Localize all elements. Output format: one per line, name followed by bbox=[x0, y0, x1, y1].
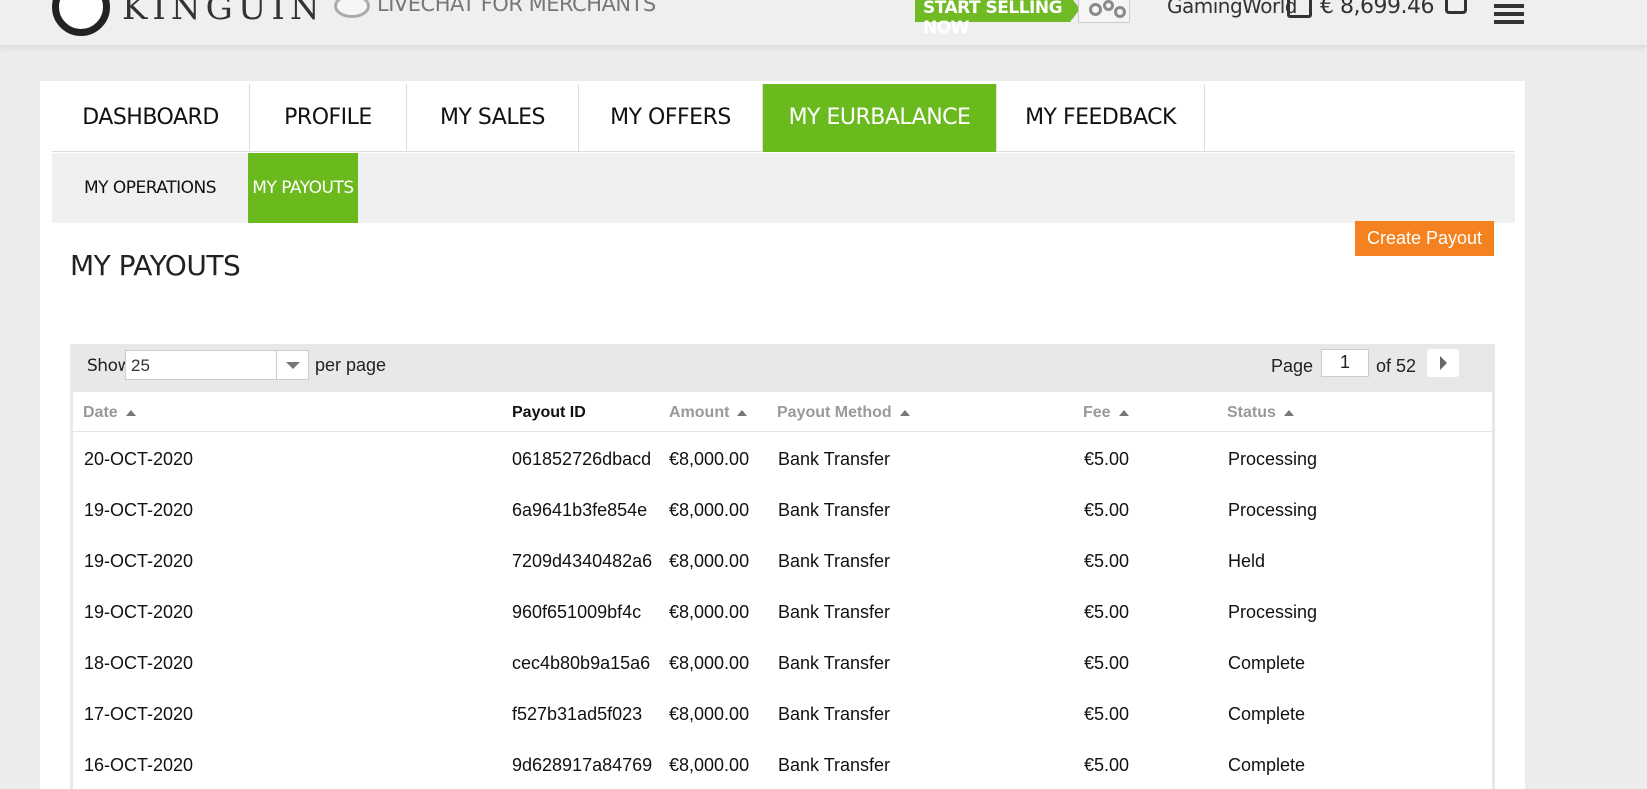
table-row[interactable]: 17-OCT-2020 f527b31ad5f023 €8,000.00 Ban… bbox=[73, 688, 1492, 741]
table-toolbar: Show 25 per page Page 1 of 52 bbox=[73, 344, 1492, 392]
tab-my-eurbalance[interactable]: MY EURBALANCE bbox=[763, 84, 997, 152]
cell-fee: €5.00 bbox=[1084, 653, 1130, 673]
cell-payout-method: Bank Transfer bbox=[778, 602, 891, 622]
column-header-fee[interactable]: Fee bbox=[1083, 404, 1129, 422]
livechat-link[interactable]: LIVECHAT FOR MERCHANTS bbox=[377, 0, 656, 16]
cell-payout-method: Bank Transfer bbox=[778, 704, 891, 724]
column-header-amount[interactable]: Amount bbox=[669, 404, 748, 422]
column-header-status[interactable]: Status bbox=[1227, 404, 1294, 422]
table-row[interactable]: 19-OCT-2020 6a9641b3fe854e €8,000.00 Ban… bbox=[73, 484, 1492, 537]
cell-amount: €8,000.00 bbox=[669, 704, 750, 724]
next-page-button[interactable] bbox=[1427, 349, 1459, 377]
top-bar: KINGUIN LIVECHAT FOR MERCHANTS START SEL… bbox=[0, 0, 1647, 46]
per-page-value: 25 bbox=[131, 356, 150, 375]
table-row[interactable]: 20-OCT-2020 061852726dbacd €8,000.00 Ban… bbox=[73, 433, 1492, 486]
sort-arrow-icon[interactable] bbox=[1118, 409, 1129, 416]
cell-payout-id: 960f651009bf4c bbox=[512, 602, 642, 622]
cell-status: Held bbox=[1228, 551, 1266, 571]
payouts-table: Date Payout ID Amount Payout Method Fee … bbox=[73, 392, 1492, 789]
cell-payout-method: Bank Transfer bbox=[778, 653, 891, 673]
subtab-my-payouts[interactable]: MY PAYOUTS bbox=[248, 153, 358, 223]
menu-icon[interactable] bbox=[1494, 4, 1524, 24]
cell-amount: €8,000.00 bbox=[669, 755, 750, 775]
page-title: MY PAYOUTS bbox=[70, 249, 241, 282]
main-tabs: DASHBOARD PROFILE MY SALES MY OFFERS MY … bbox=[52, 84, 1515, 152]
sort-arrow-icon[interactable] bbox=[737, 409, 748, 416]
page-total-label: of 52 bbox=[1376, 356, 1417, 376]
sub-tabs: MY OPERATIONS MY PAYOUTS bbox=[52, 153, 1515, 223]
logo-text[interactable]: KINGUIN bbox=[122, 0, 325, 28]
column-header-payout-method[interactable]: Payout Method bbox=[777, 404, 910, 422]
cell-status: Processing bbox=[1228, 602, 1318, 622]
subtab-my-operations[interactable]: MY OPERATIONS bbox=[52, 153, 248, 223]
cell-status: Complete bbox=[1228, 653, 1306, 673]
content-panel: DASHBOARD PROFILE MY SALES MY OFFERS MY … bbox=[40, 81, 1525, 789]
cell-status: Complete bbox=[1228, 755, 1306, 775]
table-row[interactable]: 18-OCT-2020 cec4b80b9a15a6 €8,000.00 Ban… bbox=[73, 637, 1492, 690]
tab-my-sales[interactable]: MY SALES bbox=[407, 84, 579, 152]
start-selling-button[interactable]: START SELLING NOW bbox=[915, 0, 1080, 38]
cell-fee: €5.00 bbox=[1084, 704, 1130, 724]
gears-icon[interactable] bbox=[1078, 0, 1130, 23]
cell-payout-id: 7209d4340482a6 bbox=[512, 551, 653, 571]
cell-amount: €8,000.00 bbox=[669, 551, 750, 571]
sort-arrow-icon[interactable] bbox=[899, 409, 910, 416]
tab-profile[interactable]: PROFILE bbox=[250, 84, 407, 152]
cell-fee: €5.00 bbox=[1084, 551, 1130, 571]
tab-dashboard[interactable]: DASHBOARD bbox=[52, 84, 250, 152]
table-header: Date Payout ID Amount Payout Method Fee … bbox=[73, 392, 1492, 432]
username-link[interactable]: GamingWorld bbox=[1167, 0, 1297, 18]
per-page-label: per page bbox=[315, 355, 387, 375]
logo-icon[interactable] bbox=[52, 0, 110, 36]
tab-my-feedback[interactable]: MY FEEDBACK bbox=[997, 84, 1205, 152]
cell-date: 16-OCT-2020 bbox=[84, 755, 194, 775]
cell-date: 19-OCT-2020 bbox=[84, 500, 194, 520]
cell-fee: €5.00 bbox=[1084, 755, 1130, 775]
cell-date: 20-OCT-2020 bbox=[84, 449, 194, 469]
balance-display[interactable]: € 8,699.46 bbox=[1320, 0, 1434, 19]
cell-date: 19-OCT-2020 bbox=[84, 602, 194, 622]
column-header-date[interactable]: Date bbox=[83, 404, 136, 422]
table-row[interactable]: 19-OCT-2020 7209d4340482a6 €8,000.00 Ban… bbox=[73, 535, 1492, 588]
cart-icon[interactable] bbox=[1445, 0, 1467, 14]
cell-fee: €5.00 bbox=[1084, 449, 1130, 469]
table-row[interactable]: 19-OCT-2020 960f651009bf4c €8,000.00 Ban… bbox=[73, 586, 1492, 639]
cell-amount: €8,000.00 bbox=[669, 653, 750, 673]
cell-date: 17-OCT-2020 bbox=[84, 704, 194, 724]
cell-date: 19-OCT-2020 bbox=[84, 551, 194, 571]
cell-payout-id: 061852726dbacd bbox=[512, 449, 652, 469]
cell-status: Processing bbox=[1228, 449, 1318, 469]
tab-my-offers[interactable]: MY OFFERS bbox=[579, 84, 763, 152]
cell-fee: €5.00 bbox=[1084, 500, 1130, 520]
cell-payout-method: Bank Transfer bbox=[778, 449, 891, 469]
column-header-payout-id: Payout ID bbox=[512, 404, 586, 421]
cell-payout-method: Bank Transfer bbox=[778, 500, 891, 520]
table-row[interactable]: 16-OCT-2020 9d628917a84769 €8,000.00 Ban… bbox=[73, 739, 1492, 789]
cell-payout-id: 6a9641b3fe854e bbox=[512, 500, 648, 520]
chat-icon[interactable] bbox=[334, 0, 370, 18]
chevron-down-icon[interactable] bbox=[276, 351, 308, 379]
cell-payout-method: Bank Transfer bbox=[778, 551, 891, 571]
cell-date: 18-OCT-2020 bbox=[84, 653, 194, 673]
page-label: Page bbox=[1271, 356, 1314, 376]
page-number-input[interactable]: 1 bbox=[1321, 349, 1369, 377]
create-payout-button[interactable]: Create Payout bbox=[1355, 221, 1494, 256]
sort-arrow-icon[interactable] bbox=[1283, 409, 1294, 416]
cell-amount: €8,000.00 bbox=[669, 500, 750, 520]
cell-payout-id: cec4b80b9a15a6 bbox=[512, 653, 651, 673]
cell-amount: €8,000.00 bbox=[669, 449, 750, 469]
cell-payout-method: Bank Transfer bbox=[778, 755, 891, 775]
payouts-table-container: Show 25 per page Page 1 of 52 Date Payou… bbox=[70, 344, 1495, 789]
cell-payout-id: 9d628917a84769 bbox=[512, 755, 653, 775]
per-page-select[interactable]: 25 bbox=[125, 350, 309, 380]
cell-status: Complete bbox=[1228, 704, 1306, 724]
cell-amount: €8,000.00 bbox=[669, 602, 750, 622]
cell-status: Processing bbox=[1228, 500, 1318, 520]
cell-fee: €5.00 bbox=[1084, 602, 1130, 622]
wallet-icon[interactable] bbox=[1287, 0, 1312, 18]
sort-arrow-icon[interactable] bbox=[125, 409, 136, 416]
cell-payout-id: f527b31ad5f023 bbox=[512, 704, 643, 724]
